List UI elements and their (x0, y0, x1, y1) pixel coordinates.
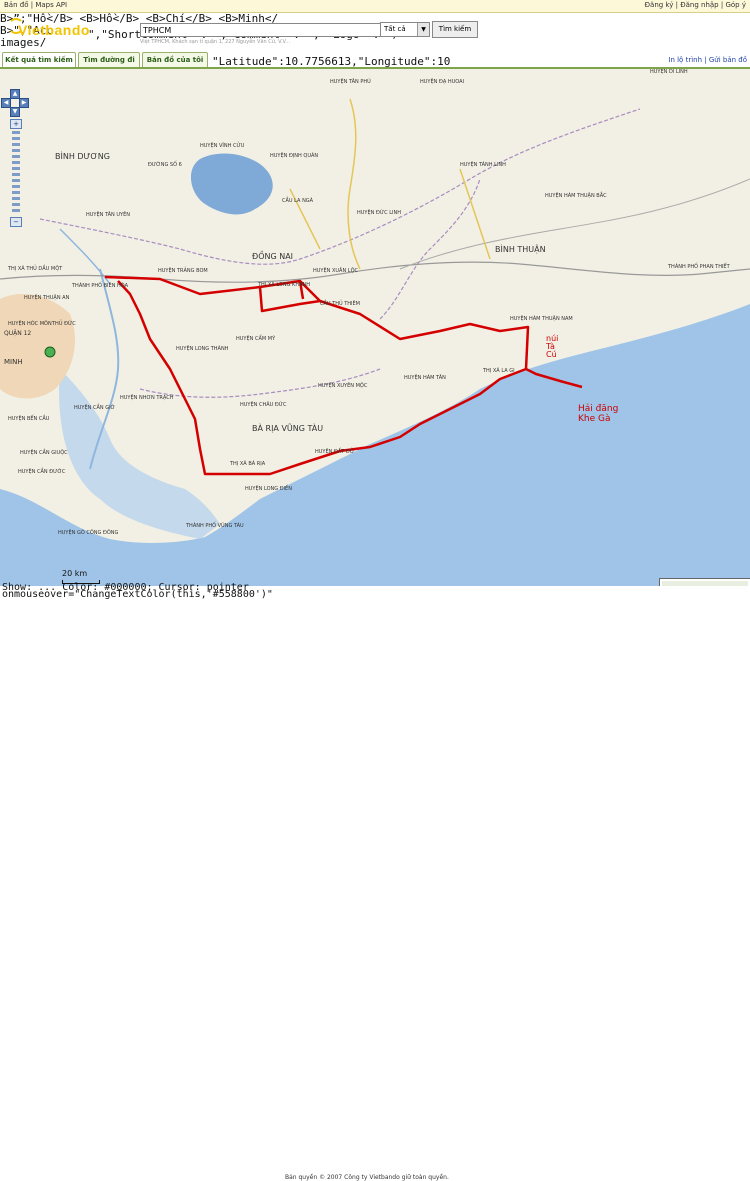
map-label: MINH (4, 358, 23, 366)
zoom-level-tick[interactable] (12, 185, 20, 188)
annotation-haidang: Hải đăng (578, 403, 618, 414)
zoom-level-tick[interactable] (12, 179, 20, 182)
map-label: THỊ XÃ THỦ DẦU MỘT (7, 264, 63, 272)
print-route-link[interactable]: In lộ trình (668, 56, 702, 64)
map-label: CẦU THỦ THIÊM (320, 299, 360, 307)
annotation-nui-3: Cú (546, 350, 557, 359)
map-label: HUYỆN TÂN PHÚ (330, 77, 371, 85)
map-label: THÀNH PHỐ PHAN THIẾT (667, 262, 731, 270)
map-label: HUYỆN CẦN ĐƯỚC (18, 467, 66, 475)
map-label: HUYỆN CHÂU ĐỨC (240, 400, 287, 408)
category-select[interactable]: Tất cả ▼ (380, 22, 430, 37)
zoom-out-button[interactable]: − (10, 217, 22, 227)
map-label: HUYỆN ĐẤT ĐỎ (315, 447, 354, 455)
search-button[interactable]: Tìm kiếm (432, 21, 478, 38)
map-link[interactable]: Bản đồ (4, 1, 28, 9)
zoom-level-tick[interactable] (12, 131, 20, 134)
map-label: CẦU LA NGÀ (282, 196, 314, 204)
map-label: HUYỆN CẦN GIỜ (74, 403, 115, 411)
map-label: HUYỆN XUYÊN MỘC (318, 381, 368, 389)
tab-my-map[interactable]: Bản đồ của tôi (142, 52, 208, 68)
map-label: HUYỆN HÀM THUẬN NAM (510, 314, 573, 322)
zoom-level-tick[interactable] (12, 203, 20, 206)
zoom-level-tick[interactable] (12, 209, 20, 212)
map-label: HUYỆN CẨM MỸ (236, 334, 276, 342)
separator: | (30, 1, 34, 9)
map-label: HUYỆN HÀM TÂN (404, 373, 446, 381)
logo[interactable]: Vietbando (18, 22, 90, 38)
pan-right-icon[interactable]: ▶ (19, 98, 29, 108)
register-link[interactable]: Đăng ký (645, 1, 674, 9)
send-map-link[interactable]: Gửi bản đồ (709, 56, 747, 64)
pan-down-icon[interactable]: ▼ (10, 107, 20, 117)
maps-api-link[interactable]: Maps API (35, 1, 67, 9)
map-svg: núi Tà Cú Hải đăng Khe Gà BÌNH DƯƠNGĐỒNG… (0, 69, 750, 586)
zoom-level-tick[interactable] (12, 161, 20, 164)
map-label: QUẬN 12 (4, 330, 31, 337)
zoom-in-button[interactable]: + (10, 119, 22, 129)
overview-map[interactable] (660, 579, 750, 586)
map-label: HUYỆN XUÂN LỘC (313, 266, 359, 274)
scale-label: 20 km (62, 569, 88, 578)
map-label: HUYỆN NHƠN TRẠCH (120, 393, 174, 401)
tab-directions[interactable]: Tìm đường đi (78, 52, 140, 68)
map-label: HUYỆN GÒ CÔNG ĐÔNG (58, 528, 119, 536)
location-marker-icon[interactable] (44, 346, 56, 358)
map-label: HUYỆN ĐẠ HUOAI (420, 77, 464, 85)
map-label: THỊ XÃ BÀ RỊA (229, 460, 266, 467)
map-label: HUYỆN BẾN CẦU (8, 414, 50, 422)
map-label: BÌNH DƯƠNG (55, 150, 110, 161)
map-label: THỊ XÃ LA GI (482, 367, 515, 374)
map-label: HUYỆN VĨNH CỬU (200, 141, 245, 149)
map-label: HUYỆN DI LINH (650, 69, 688, 75)
map-label: HUYỆN TRẢNG BOM (158, 266, 208, 274)
map-label: HUYỆN LONG ĐIỀN (245, 484, 292, 492)
map-label: HUYỆN HÓC MÔN (8, 319, 52, 327)
map-label: HUYỆN CẦN GIUỘC (20, 448, 68, 456)
raw-text-line-3: images/ (0, 36, 47, 49)
map-label: HUYỆN ĐỊNH QUÁN (270, 151, 318, 159)
zoom-level-tick[interactable] (12, 143, 20, 146)
copyright: Bản quyền © 2007 Công ty Vietbando giữ t… (285, 1174, 449, 1181)
annotation-haidang-2: Khe Gà (578, 414, 611, 424)
login-link[interactable]: Đăng nhập (680, 1, 718, 9)
chevron-down-icon: ▼ (417, 23, 429, 36)
zoom-level-tick[interactable] (12, 197, 20, 200)
map-label: BÀ RỊA VŨNG TÀU (252, 422, 323, 434)
map-label: THỦ ĐỨC (51, 319, 76, 327)
zoom-level-tick[interactable] (12, 173, 20, 176)
zoom-level-tick[interactable] (12, 167, 20, 170)
map-label: ĐƯỜNG SỐ 6 (148, 160, 182, 168)
help-link[interactable]: Góp ý (725, 1, 746, 9)
map-label: HUYỆN LONG THÀNH (176, 344, 229, 352)
address-hint: Việt TPHCM, Khách sạn tỉ quận 1, 227 Ngu… (140, 39, 291, 45)
category-select-value: Tất cả (384, 25, 406, 33)
map-label: BÌNH THUẬN (495, 243, 546, 255)
map-label: HUYỆN THUẬN AN (24, 293, 70, 301)
map-label: THÀNH PHỐ BIÊN HÒA (71, 281, 129, 289)
map-label: HUYỆN TÁNH LINH (460, 160, 506, 168)
search-input[interactable] (140, 23, 382, 37)
zoom-level-tick[interactable] (12, 191, 20, 194)
footer: Show: ... Color: #000000; Cursor: pointe… (0, 583, 750, 1181)
tab-search-results[interactable]: Kết quả tìm kiếm (2, 52, 76, 68)
map-label: HUYỆN TÂN UYÊN (86, 210, 130, 218)
map-label: THÀNH PHỐ VŨNG TÀU (185, 521, 244, 529)
zoom-level-tick[interactable] (12, 137, 20, 140)
zoom-level-tick[interactable] (12, 149, 20, 152)
map-label: HUYỆN ĐỨC LINH (357, 208, 401, 216)
map-canvas[interactable]: núi Tà Cú Hải đăng Khe Gà BÌNH DƯƠNG ĐỒNG… (0, 69, 750, 586)
zoom-level-tick[interactable] (12, 155, 20, 158)
map-label: HUYỆN HÀM THUẬN BẮC (545, 191, 607, 199)
map-label: THỊ XÃ LONG KHÁNH (257, 281, 310, 288)
map-actions: In lộ trình | Gửi bản đồ (668, 56, 747, 64)
